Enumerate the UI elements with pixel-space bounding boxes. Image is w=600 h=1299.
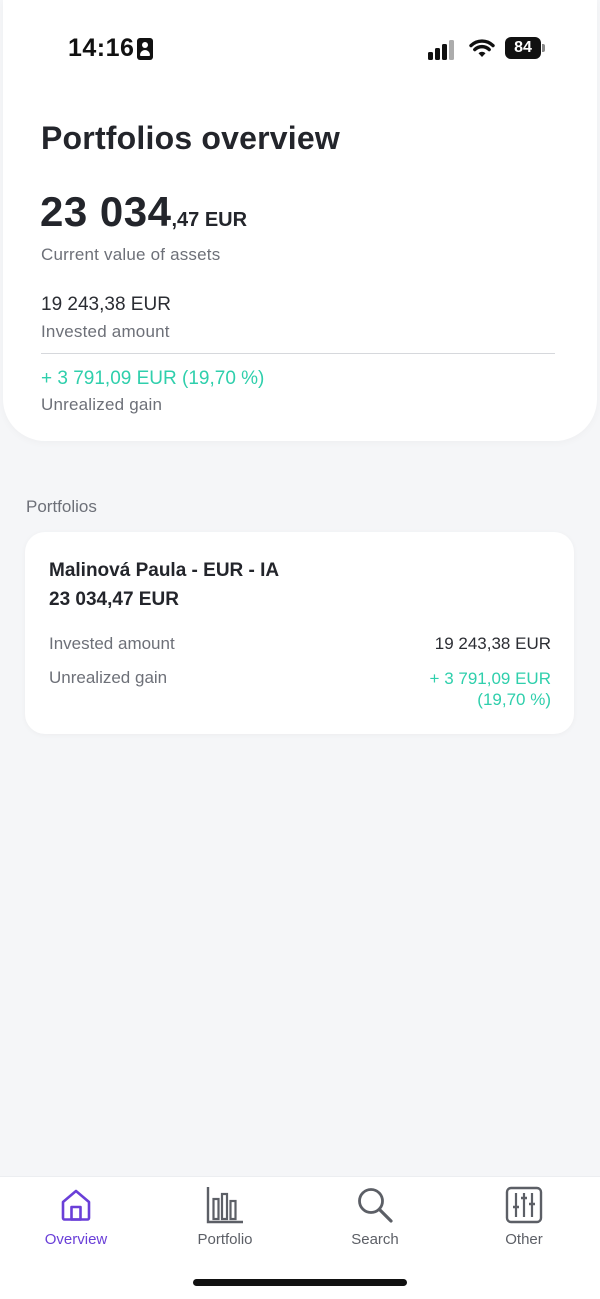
unrealized-gain-value: + 3 791,09 EUR (19,70 %) — [41, 368, 265, 389]
total-value-currency: EUR — [199, 209, 248, 231]
status-bar: 14:16 84 — [0, 0, 600, 96]
current-value-label: Current value of assets — [41, 245, 221, 264]
battery-level: 84 — [505, 37, 541, 59]
portfolio-invested-value: 19 243,38 EUR — [434, 634, 551, 653]
screen: 14:16 84 Portfolios overview 23 034,47 E… — [0, 0, 600, 1299]
portfolio-gain-amount: + 3 791,09 EUR — [429, 669, 551, 688]
invested-amount-label: Invested amount — [41, 322, 170, 341]
portfolio-gain-value: + 3 791,09 EUR (19,70 %) — [430, 668, 551, 710]
home-icon — [61, 1189, 91, 1221]
signal-icon — [428, 38, 460, 60]
portfolio-gain-label: Unrealized gain — [49, 668, 168, 687]
portfolio-name: Malinová Paula - EUR - IA — [49, 560, 280, 581]
nav-label-portfolio: Portfolio — [197, 1231, 253, 1248]
portfolios-heading: Portfolios — [26, 497, 97, 516]
home-indicator — [193, 1279, 407, 1286]
nav-label-search: Search — [351, 1231, 399, 1248]
nav-item-search[interactable]: Search — [320, 1185, 430, 1248]
nav-label-other: Other — [505, 1231, 543, 1248]
total-value-main: 23 034 — [40, 188, 172, 235]
total-value: 23 034,47 EUR — [40, 188, 247, 236]
portfolio-total-value: 23 034,47 EUR — [49, 589, 179, 610]
id-card-icon — [137, 38, 153, 60]
search-icon — [358, 1188, 393, 1223]
total-value-decimal: ,47 — [171, 209, 200, 231]
divider — [41, 353, 555, 354]
portfolio-gain-percent: (19,70 %) — [477, 690, 551, 709]
invested-amount-value: 19 243,38 EUR — [41, 294, 171, 315]
page-title: Portfolios overview — [41, 120, 340, 156]
unrealized-gain-label: Unrealized gain — [41, 395, 163, 414]
status-time: 14:16 — [68, 34, 135, 62]
nav-label-overview: Overview — [44, 1231, 108, 1248]
wifi-icon — [469, 39, 495, 57]
nav-item-overview[interactable]: Overview — [21, 1185, 131, 1248]
portfolio-invested-label: Invested amount — [49, 634, 175, 653]
nav-item-other[interactable]: Other — [469, 1185, 579, 1248]
battery-icon: 84 — [505, 37, 545, 59]
sliders-icon — [505, 1186, 543, 1224]
bar-chart-icon — [206, 1187, 243, 1224]
portfolio-card[interactable]: Malinová Paula - EUR - IA 23 034,47 EUR … — [25, 532, 574, 734]
nav-item-portfolio[interactable]: Portfolio — [170, 1185, 280, 1248]
